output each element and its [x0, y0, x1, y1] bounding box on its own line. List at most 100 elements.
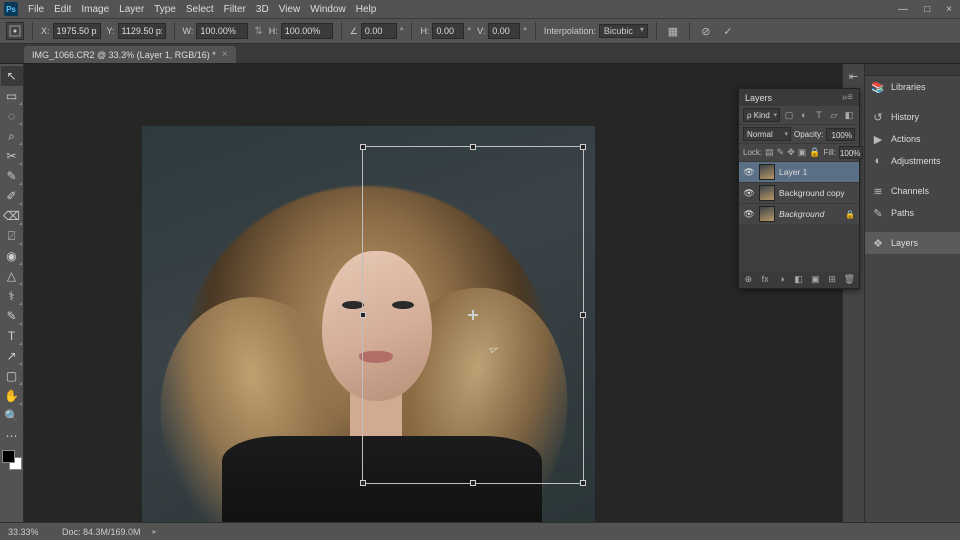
layer-row[interactable]: 👁 Background copy [739, 183, 859, 204]
lock-transparency-icon[interactable]: ▤ [765, 147, 774, 159]
layer-name[interactable]: Layer 1 [779, 167, 855, 177]
brush-tool[interactable]: ⌫ [1, 206, 23, 226]
filter-shape-icon[interactable]: ▱ [828, 109, 840, 121]
angle-input[interactable] [361, 23, 397, 39]
gradient-tool[interactable]: ⚕ [1, 286, 23, 306]
close-tab-icon[interactable]: × [222, 49, 228, 60]
new-layer-icon[interactable]: ⊞ [827, 274, 838, 285]
layer-filter-kind-dropdown[interactable]: ρ Kind [743, 108, 780, 122]
document-tab[interactable]: IMG_1066.CR2 @ 33.3% (Layer 1, RGB/16) *… [24, 46, 236, 63]
lock-all-icon[interactable]: 🔒 [809, 147, 820, 159]
menu-view[interactable]: View [279, 4, 301, 15]
pen-tool[interactable]: ✎ [1, 306, 23, 326]
rail-adjustments[interactable]: ◐Adjustments [865, 150, 960, 172]
group-icon[interactable]: ▣ [810, 274, 821, 285]
x-input[interactable] [53, 23, 101, 39]
menu-image[interactable]: Image [81, 4, 109, 15]
filter-adjust-icon[interactable]: ◐ [798, 109, 810, 121]
w-input[interactable] [196, 23, 248, 39]
menu-file[interactable]: File [28, 4, 44, 15]
document-canvas[interactable]: ▻ [142, 126, 595, 522]
skew-h-input[interactable] [432, 23, 464, 39]
healing-brush-tool[interactable]: ✐ [1, 186, 23, 206]
transform-handle-tc[interactable] [470, 144, 476, 150]
quick-select-tool[interactable]: ⌕ [1, 126, 23, 146]
rail-layers[interactable]: ❖Layers [865, 232, 960, 254]
menu-3d[interactable]: 3D [256, 4, 269, 15]
skew-v-input[interactable] [488, 23, 520, 39]
doc-info[interactable]: Doc: 84.3M/169.0M [62, 527, 141, 537]
move-tool[interactable]: ↖ [1, 66, 23, 86]
hand-tool[interactable]: ✋ [1, 386, 23, 406]
transform-handle-br[interactable] [580, 480, 586, 486]
menu-select[interactable]: Select [186, 4, 214, 15]
commit-transform-icon[interactable]: ✓ [720, 23, 736, 39]
filter-pixel-icon[interactable]: ▢ [783, 109, 795, 121]
adjustment-layer-icon[interactable]: ◧ [793, 274, 804, 285]
canvas-area[interactable]: ▻ [24, 64, 842, 522]
blend-mode-dropdown[interactable]: Normal [743, 127, 791, 141]
delete-layer-icon[interactable]: 🗑 [844, 274, 855, 285]
layer-name[interactable]: Background copy [779, 188, 855, 198]
crop-tool[interactable]: ✂ [1, 146, 23, 166]
fill-input[interactable]: 100% [839, 146, 863, 159]
color-swatches[interactable] [2, 450, 22, 470]
lock-pixels-icon[interactable]: ✎ [777, 147, 785, 159]
layer-fx-icon[interactable]: fx [760, 274, 771, 285]
rail-history[interactable]: ↺History [865, 106, 960, 128]
layer-name[interactable]: Background [779, 209, 841, 219]
transform-handle-bc[interactable] [470, 480, 476, 486]
h-input[interactable] [281, 23, 333, 39]
eyedropper-tool[interactable]: ✎ [1, 166, 23, 186]
transform-handle-lc[interactable] [360, 312, 366, 318]
status-flyout-icon[interactable]: ▸ [153, 527, 157, 536]
filter-smart-icon[interactable]: ◧ [843, 109, 855, 121]
lasso-tool[interactable]: ◌ [1, 106, 23, 126]
rail-toggle-icon[interactable]: ⇤ [846, 68, 862, 84]
layer-thumbnail[interactable] [759, 164, 775, 180]
transform-bounding-box[interactable] [362, 146, 584, 484]
menu-type[interactable]: Type [154, 4, 176, 15]
visibility-toggle-icon[interactable]: 👁 [743, 167, 755, 178]
opacity-input[interactable]: 100% [826, 128, 855, 141]
interpolation-dropdown[interactable]: Bicubic [599, 24, 648, 38]
transform-handle-rc[interactable] [580, 312, 586, 318]
menu-help[interactable]: Help [356, 4, 377, 15]
zoom-field[interactable]: 33.33% [8, 527, 50, 537]
lock-position-icon[interactable]: ✥ [787, 147, 795, 159]
marquee-tool[interactable]: ▭ [1, 86, 23, 106]
layers-panel-menu-icon[interactable]: »≡ [842, 92, 853, 103]
layer-thumbnail[interactable] [759, 206, 775, 222]
rail-actions[interactable]: ▶Actions [865, 128, 960, 150]
link-layers-icon[interactable]: ⊕ [743, 274, 754, 285]
transform-handle-tr[interactable] [580, 144, 586, 150]
rail-libraries[interactable]: 📚Libraries [865, 76, 960, 98]
layer-thumbnail[interactable] [759, 185, 775, 201]
menu-filter[interactable]: Filter [224, 4, 246, 15]
layers-panel-tab[interactable]: Layers »≡ [739, 89, 859, 106]
visibility-toggle-icon[interactable]: 👁 [743, 188, 755, 199]
zoom-tool[interactable]: 🔍 [1, 406, 23, 426]
foreground-color-swatch[interactable] [2, 450, 15, 463]
y-input[interactable] [118, 23, 166, 39]
visibility-toggle-icon[interactable]: 👁 [743, 209, 755, 220]
layer-row[interactable]: 👁 Background 🔒 [739, 204, 859, 225]
maximize-button[interactable]: □ [920, 4, 934, 15]
history-brush-tool[interactable]: ◉ [1, 246, 23, 266]
transform-handle-tl[interactable] [360, 144, 366, 150]
eraser-tool[interactable]: △ [1, 266, 23, 286]
transform-center-icon[interactable] [468, 310, 478, 320]
warp-mode-icon[interactable]: ▦ [665, 23, 681, 39]
layers-panel[interactable]: Layers »≡ ρ Kind ▢ ◐ T ▱ ◧ Normal Opacit… [738, 88, 860, 289]
edit-toolbar-icon[interactable]: ⋯ [1, 426, 23, 446]
shape-tool[interactable]: ▢ [1, 366, 23, 386]
cancel-transform-icon[interactable]: ⊘ [698, 23, 714, 39]
path-select-tool[interactable]: ↗ [1, 346, 23, 366]
menu-window[interactable]: Window [310, 4, 346, 15]
menu-layer[interactable]: Layer [119, 4, 144, 15]
close-button[interactable]: × [942, 4, 956, 15]
aspect-link-icon[interactable]: ⇅ [254, 26, 262, 37]
menu-edit[interactable]: Edit [54, 4, 71, 15]
filter-type-icon[interactable]: T [813, 109, 825, 121]
layer-mask-icon[interactable]: ◑ [777, 274, 788, 285]
